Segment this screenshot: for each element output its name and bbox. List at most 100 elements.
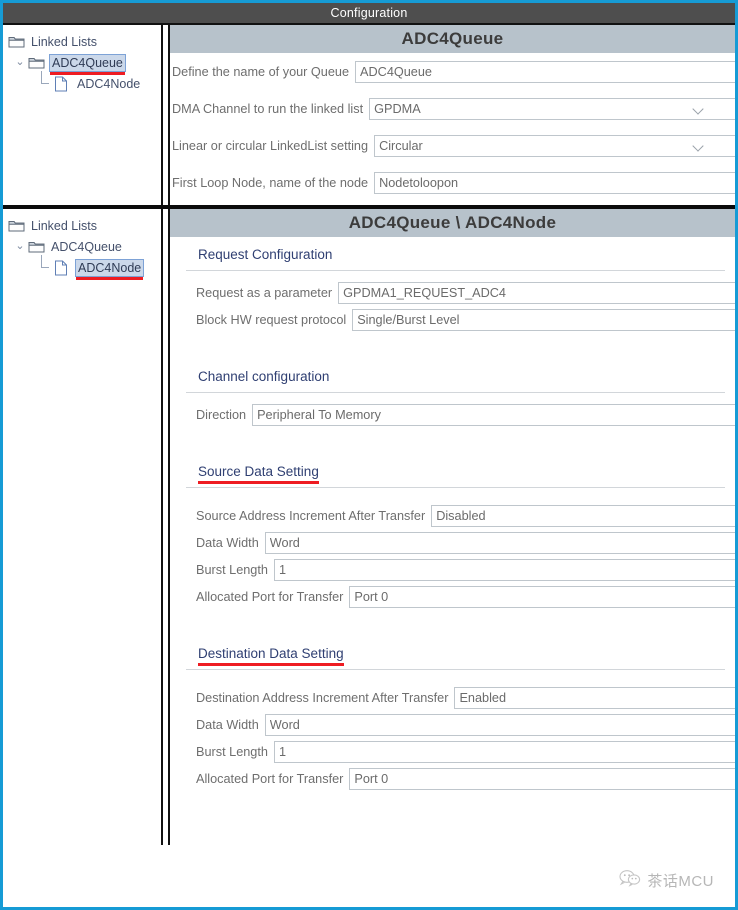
tree-item-label-selected: ADC4Node	[75, 258, 145, 280]
pane-splitter[interactable]	[163, 209, 170, 845]
node-section-header: ADC4Queue \ ADC4Node	[170, 209, 735, 237]
form-row-destination-allocated-port: Allocated Port for Transfer Port 0	[192, 765, 735, 792]
annotation-underline	[198, 481, 319, 484]
field-label: Destination Address Increment After Tran…	[196, 690, 449, 705]
field-value: Single/Burst Level	[357, 312, 460, 327]
folder-icon	[28, 239, 45, 254]
form-row-destination-address-increment: Destination Address Increment After Tran…	[192, 684, 735, 711]
form-row-dma-channel: DMA Channel to run the linked list GPDMA	[170, 90, 735, 127]
field-label: Direction	[196, 407, 247, 422]
form-row-source-data-width: Data Width Word	[192, 529, 735, 556]
chevron-down-icon[interactable]: ⌄	[12, 52, 28, 73]
annotation-underline	[76, 276, 144, 280]
field-value: 1	[278, 562, 287, 577]
source-burst-length-input[interactable]: 1	[273, 558, 735, 581]
source-data-width-input[interactable]: Word	[264, 531, 735, 554]
tree-item-adc4node[interactable]: ADC4Node	[8, 71, 161, 94]
form-row-destination-data-width: Data Width Word	[192, 711, 735, 738]
tree-item-adc4queue[interactable]: ⌄ ADC4Queue	[8, 236, 161, 257]
request-configuration-fields: Request as a parameter GPDMA1_REQUEST_AD…	[170, 279, 735, 333]
tree-elbow-line	[36, 71, 54, 94]
form-row-source-allocated-port: Allocated Port for Transfer Port 0	[192, 583, 735, 610]
destination-allocated-port-input[interactable]: Port 0	[349, 767, 735, 790]
node-tree-panel: Linked Lists ⌄ ADC4Queue ADC4Node	[3, 209, 163, 845]
group-heading-request-configuration: Request Configuration	[170, 237, 735, 264]
footer-watermark-bar: 茶话MCU	[6, 856, 732, 904]
linked-lists-tree[interactable]: Linked Lists ⌄ ADC4Queue ADC4Node	[3, 25, 161, 94]
tree-item-label-text: ADC4Node	[78, 260, 142, 275]
pane-splitter[interactable]	[163, 25, 170, 205]
chevron-down-icon[interactable]	[693, 102, 707, 116]
queue-name-input[interactable]: ADC4Queue	[355, 60, 735, 83]
tree-item-label: ADC4Queue	[51, 239, 122, 254]
linkedlist-mode-select[interactable]: Circular	[374, 134, 735, 157]
wechat-icon	[619, 869, 641, 892]
folder-icon	[28, 55, 45, 70]
field-value: Peripheral To Memory	[257, 407, 381, 422]
dma-channel-select[interactable]: GPDMA	[369, 97, 735, 120]
field-label: Block HW request protocol	[196, 312, 347, 327]
form-row-source-address-increment: Source Address Increment After Transfer …	[192, 502, 735, 529]
tree-item-linked-lists[interactable]: Linked Lists	[8, 31, 161, 52]
form-row-first-loop-node: First Loop Node, name of the node Nodeto…	[170, 164, 735, 201]
field-value: Port 0	[354, 589, 389, 604]
destination-data-width-input[interactable]: Word	[264, 713, 735, 736]
queue-form-panel: ADC4Queue Define the name of your Queue …	[170, 25, 735, 205]
queue-section-header: ADC4Queue	[170, 25, 735, 53]
field-label: Burst Length	[196, 562, 268, 577]
watermark: 茶话MCU	[619, 869, 714, 892]
queue-pane: Linked Lists ⌄ ADC4Queue ADC4Node ADC4Qu…	[3, 25, 735, 209]
configuration-window: Configuration Linked Lists ⌄ ADC4Queue A…	[0, 0, 738, 910]
field-label: Data Width	[196, 535, 259, 550]
form-row-queue-name: Define the name of your Queue ADC4Queue	[170, 53, 735, 90]
window-title: Configuration	[330, 6, 408, 20]
destination-address-increment-input[interactable]: Enabled	[454, 686, 735, 709]
node-form-panel: ADC4Queue \ ADC4Node Request Configurati…	[170, 209, 735, 845]
tree-item-label: ADC4Node	[77, 76, 141, 91]
request-parameter-input[interactable]: GPDMA1_REQUEST_ADC4	[338, 281, 735, 304]
chevron-down-icon[interactable]	[693, 139, 707, 153]
first-loop-node-input[interactable]: Nodetoloopon	[374, 171, 735, 194]
field-label: First Loop Node, name of the node	[172, 175, 369, 190]
form-row-linkedlist-mode: Linear or circular LinkedList setting Ci…	[170, 127, 735, 164]
chevron-down-icon[interactable]: ⌄	[12, 236, 28, 257]
file-icon	[54, 260, 71, 276]
folder-icon	[8, 34, 25, 49]
form-row-destination-burst-length: Burst Length 1	[192, 738, 735, 765]
field-label: Data Width	[196, 717, 259, 732]
group-heading-text: Destination Data Setting	[198, 646, 344, 666]
file-icon	[54, 76, 71, 92]
field-value: 1	[278, 744, 287, 759]
field-label: Allocated Port for Transfer	[196, 771, 344, 786]
group-heading-destination-data-setting: Destination Data Setting	[170, 636, 735, 666]
folder-icon	[8, 218, 25, 233]
tree-item-label-selected: ADC4Queue	[49, 53, 126, 75]
linked-lists-tree[interactable]: Linked Lists ⌄ ADC4Queue ADC4Node	[3, 209, 161, 280]
field-value: Word	[269, 535, 300, 550]
group-heading-text: Channel configuration	[198, 369, 330, 384]
annotation-underline	[198, 663, 344, 666]
node-pane: Linked Lists ⌄ ADC4Queue ADC4Node ADC4Qu…	[3, 209, 735, 845]
source-data-fields: Source Address Increment After Transfer …	[170, 502, 735, 610]
direction-input[interactable]: Peripheral To Memory	[252, 403, 735, 426]
tree-item-adc4node[interactable]: ADC4Node	[8, 255, 161, 280]
form-row-direction: Direction Peripheral To Memory	[192, 401, 735, 428]
field-label: Allocated Port for Transfer	[196, 589, 344, 604]
field-value: Disabled	[436, 508, 486, 523]
source-address-increment-input[interactable]: Disabled	[431, 504, 735, 527]
tree-elbow-line	[36, 255, 54, 278]
field-label: Linear or circular LinkedList setting	[172, 138, 369, 153]
tree-item-linked-lists[interactable]: Linked Lists	[8, 215, 161, 236]
field-value: ADC4Queue	[360, 64, 432, 79]
tree-item-label: Linked Lists	[31, 218, 98, 233]
destination-burst-length-input[interactable]: 1	[273, 740, 735, 763]
source-allocated-port-input[interactable]: Port 0	[349, 585, 735, 608]
field-label: Request as a parameter	[196, 285, 333, 300]
tree-item-label: Linked Lists	[31, 34, 98, 49]
field-value: Word	[269, 717, 300, 732]
field-value: GPDMA1_REQUEST_ADC4	[343, 285, 506, 300]
tree-item-adc4queue[interactable]: ⌄ ADC4Queue	[8, 52, 161, 75]
block-hw-protocol-input[interactable]: Single/Burst Level	[352, 308, 735, 331]
